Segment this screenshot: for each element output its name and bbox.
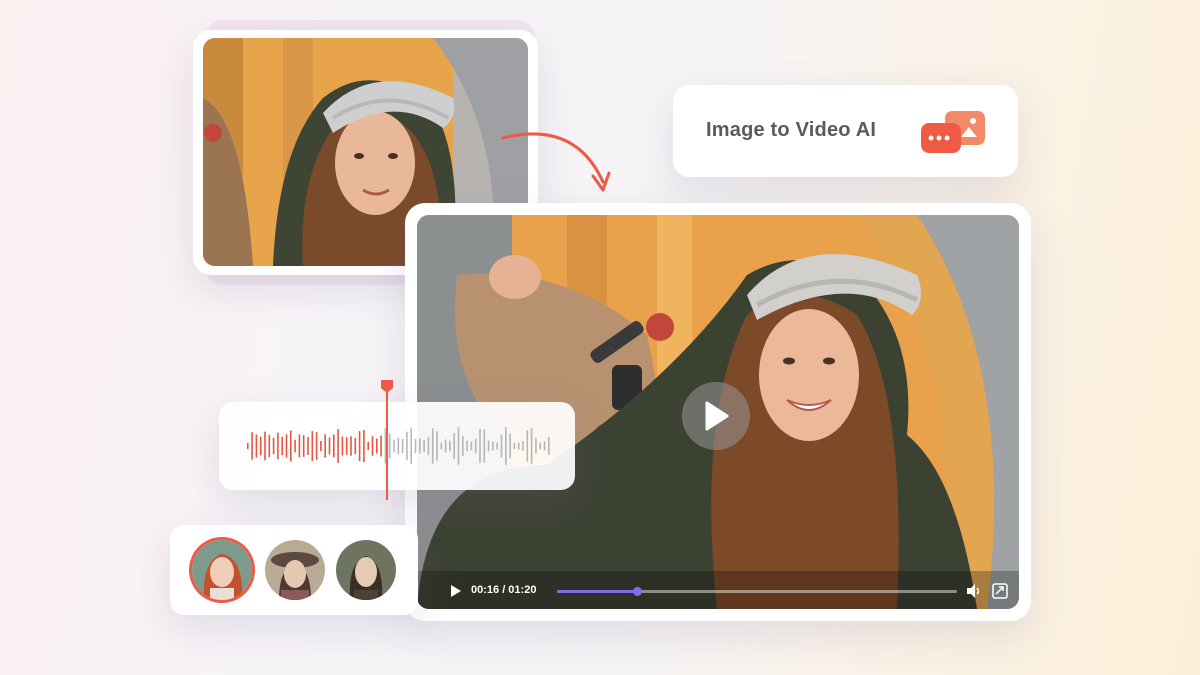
waveform-bar: [320, 440, 322, 452]
waveform-bar: [285, 434, 288, 458]
transform-arrow-icon: [501, 132, 611, 192]
waveform-bar: [513, 442, 516, 450]
waveform-bar: [345, 437, 348, 455]
waveform-bar: [526, 430, 529, 462]
waveform-bar: [247, 443, 249, 449]
waveform-bar: [509, 433, 511, 459]
waveform-bar: [496, 442, 498, 450]
waveform-bar: [311, 431, 314, 461]
waveform-bar: [444, 439, 447, 453]
waveform-bar: [462, 436, 464, 456]
play-button[interactable]: [682, 382, 750, 450]
avatar-option-2[interactable]: [265, 540, 325, 600]
waveform-bar: [251, 432, 253, 460]
waveform-bar: [298, 434, 301, 458]
waveform-bar: [358, 431, 361, 461]
waveform-bar: [543, 441, 546, 451]
waveform-bar: [470, 441, 473, 451]
waveform-bar: [328, 437, 331, 455]
waveform-bar: [307, 436, 309, 456]
waveform-bar: [294, 439, 296, 453]
waveform-bar: [431, 428, 434, 464]
playhead-marker[interactable]: [377, 378, 397, 502]
waveform-bar: [483, 429, 486, 463]
waveform-bar: [457, 427, 460, 465]
waveform-bar: [354, 437, 357, 455]
fullscreen-icon[interactable]: [991, 582, 1009, 600]
image-chat-icon: [917, 107, 987, 159]
waveform-bar: [324, 434, 326, 458]
waveform-bar: [530, 428, 533, 464]
waveform-bar: [548, 436, 550, 456]
waveform-bar: [255, 434, 258, 458]
waveform-bar: [423, 439, 425, 453]
waveform-bar: [371, 436, 374, 456]
play-icon: [705, 401, 729, 431]
avatar-option-3[interactable]: [336, 540, 396, 600]
waveform-bar: [290, 430, 292, 462]
feature-label-card: Image to Video AI: [673, 85, 1018, 177]
feature-title: Image to Video AI: [706, 119, 877, 141]
waveform-bar: [410, 428, 412, 464]
waveform-bar: [367, 441, 369, 451]
waveform-bar: [268, 434, 271, 458]
waveform-bar: [406, 431, 408, 461]
video-controls: 00:16 / 01:20: [417, 573, 1019, 609]
waveform-bar: [363, 429, 365, 463]
waveform-bar: [453, 432, 455, 460]
waveform-bar: [505, 427, 507, 465]
waveform-bar: [479, 428, 481, 464]
waveform-bar: [487, 440, 490, 452]
waveform-bar: [281, 436, 283, 456]
waveform-bar: [272, 437, 275, 455]
waveform-bar: [539, 442, 541, 450]
waveform-bar: [517, 442, 520, 450]
waveform-bar: [264, 431, 266, 461]
waveform-bar: [474, 438, 477, 454]
waveform-bar: [302, 435, 305, 457]
audio-waveform-card[interactable]: [219, 402, 575, 490]
waveform-bar: [414, 438, 417, 454]
progress-handle[interactable]: [633, 587, 642, 596]
progress-fill: [557, 590, 637, 593]
waveform-bar: [350, 436, 352, 456]
waveform-bar: [401, 439, 404, 453]
progress-bar[interactable]: [557, 587, 957, 596]
waveform-bar: [341, 436, 344, 456]
volume-icon[interactable]: [965, 583, 983, 599]
waveform-bar: [333, 434, 335, 458]
waveform-bar: [440, 442, 443, 450]
waveform-bar: [449, 440, 451, 452]
waveform-bar: [535, 438, 537, 454]
avatar-selector: [170, 525, 418, 615]
waveform-bar: [500, 434, 503, 458]
audio-waveform: [247, 427, 550, 465]
waveform-bar: [337, 429, 339, 463]
time-display: 00:16 / 01:20: [471, 584, 537, 596]
waveform-bar: [466, 440, 468, 452]
avatar-option-1[interactable]: [192, 540, 252, 600]
waveform-bar: [315, 432, 318, 460]
waveform-bar: [427, 436, 430, 456]
waveform-bar: [277, 432, 279, 460]
waveform-bar: [492, 441, 494, 451]
waveform-bar: [419, 438, 421, 454]
waveform-bar: [397, 437, 400, 455]
waveform-bar: [259, 436, 262, 456]
waveform-bar: [436, 431, 438, 461]
play-small-icon[interactable]: [449, 583, 463, 599]
waveform-bar: [522, 440, 524, 452]
